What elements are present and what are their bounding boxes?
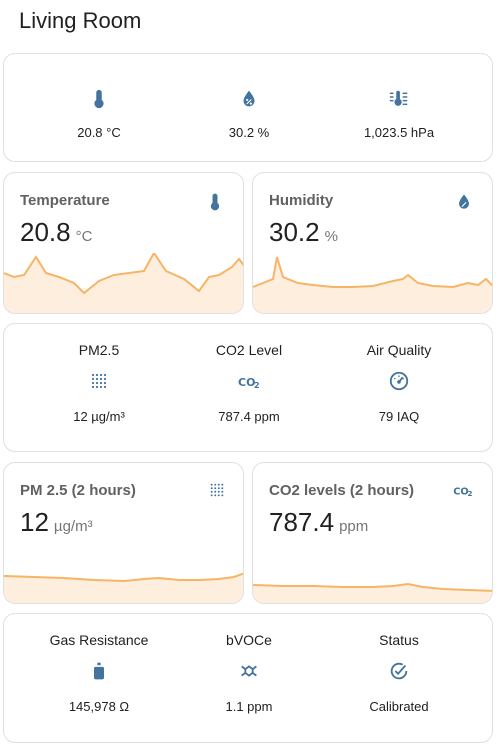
bvoce-value: 1.1 ppm — [225, 699, 273, 714]
humidity-graph-value: 30.2% — [269, 217, 338, 247]
temperature-graph-name: Temperature — [20, 192, 110, 209]
pm25-sparkline — [4, 572, 243, 603]
co2-graph-name: CO2 levels (2 hours) — [269, 482, 415, 499]
air-iaq[interactable]: Air Quality 79 IAQ — [324, 342, 474, 424]
air-pm25-label: PM2.5 — [78, 342, 120, 358]
co2-icon: CO 2 — [452, 482, 474, 503]
pm-dots-icon — [90, 372, 108, 390]
check-circle-icon — [388, 660, 410, 682]
co2-icon: CO 2 — [238, 372, 260, 390]
svg-text:CO: CO — [238, 376, 255, 389]
summary-humidity-value: 30.2 % — [228, 125, 270, 140]
summary-temperature[interactable]: 20.8 °C — [24, 88, 174, 140]
humidity-sparkline — [253, 256, 492, 313]
humidity-icon — [238, 88, 260, 110]
co2-sparkline — [253, 582, 492, 603]
gauge-icon — [388, 370, 410, 392]
air-co2-label: CO2 Level — [215, 342, 283, 358]
pm25-graph-card[interactable]: PM 2.5 (2 hours) 12 µg/m³ — [3, 462, 244, 604]
calibration-status[interactable]: Status Calibrated — [324, 632, 474, 714]
svg-text:2: 2 — [254, 381, 260, 390]
calibration-status-label: Status — [379, 632, 419, 648]
air-iaq-value: 79 IAQ — [378, 409, 420, 424]
thermometer-icon — [205, 192, 225, 217]
svg-text:CO: CO — [453, 486, 468, 497]
temperature-graph-value: 20.8 °C — [20, 217, 93, 247]
gas-resistance-label: Gas Resistance — [49, 632, 149, 648]
pm-dots-icon — [209, 482, 225, 503]
air-iaq-label: Air Quality — [366, 342, 432, 358]
gas-resistance[interactable]: Gas Resistance 145,978 Ω — [24, 632, 174, 714]
page-title: Living Room — [19, 8, 142, 33]
humidity-graph-name: Humidity — [269, 192, 334, 209]
summary-pressure-value: 1,023.5 hPa — [363, 125, 435, 140]
pm25-graph-value: 12 µg/m³ — [20, 507, 93, 537]
summary-humidity[interactable]: 30.2 % — [174, 88, 324, 140]
summary-pressure[interactable]: 1,023.5 hPa — [324, 88, 474, 140]
humidity-graph-card[interactable]: Humidity 30.2% — [252, 172, 493, 314]
summary-card[interactable]: 20.8 °C 30.2 % 1,023.5 hPa — [3, 53, 493, 162]
co2-graph-value: 787.4 ppm — [269, 507, 369, 537]
gas-status-card[interactable]: Gas Resistance 145,978 Ω bVOCe 1.1 ppm S… — [3, 613, 493, 743]
humidity-icon — [454, 192, 474, 217]
air-co2[interactable]: CO2 Level CO 2 787.4 ppm — [174, 342, 324, 424]
temperature-graph-card[interactable]: Temperature 20.8 °C — [3, 172, 244, 314]
svg-text:2: 2 — [467, 489, 472, 498]
gas-resistance-value: 145,978 Ω — [68, 699, 130, 714]
air-co2-value: 787.4 ppm — [218, 409, 280, 424]
gas-cylinder-icon — [89, 660, 109, 682]
bvoce[interactable]: bVOCe 1.1 ppm — [174, 632, 324, 714]
pm25-graph-name: PM 2.5 (2 hours) — [20, 482, 136, 499]
co2-graph-card[interactable]: CO2 levels (2 hours) CO 2 787.4 ppm — [252, 462, 493, 604]
air-pm25[interactable]: PM2.5 12 µg/m³ — [24, 342, 174, 424]
air-pm25-value: 12 µg/m³ — [73, 409, 125, 424]
temperature-sparkline — [4, 253, 243, 313]
calibration-status-value: Calibrated — [369, 699, 429, 714]
air-quality-card[interactable]: PM2.5 12 µg/m³ CO2 Level CO 2 787.4 ppm A… — [3, 323, 493, 452]
molecule-icon — [238, 660, 260, 682]
thermometer-icon — [88, 88, 110, 110]
pressure-icon — [388, 88, 410, 110]
bvoce-label: bVOCe — [226, 632, 272, 648]
summary-temperature-value: 20.8 °C — [77, 125, 121, 140]
